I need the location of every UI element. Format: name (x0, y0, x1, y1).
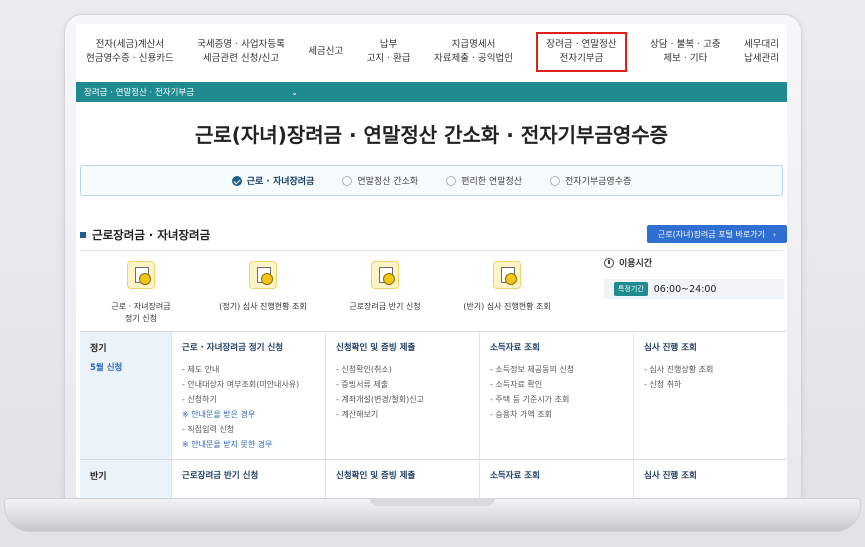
menu-item-payment[interactable]: 납부 고지 · 환급 (367, 38, 411, 66)
quick-link-regular-apply[interactable]: 근로 · 자녀장려금 정기 신청 (80, 251, 202, 330)
tab-incentive[interactable]: 근로 · 자녀장려금 (231, 174, 314, 187)
note-not-received: ※ 안내문을 받지 못한 경우 (182, 440, 273, 449)
link-withdraw[interactable]: - 신청 취하 (644, 377, 777, 392)
review-document-icon (249, 261, 277, 289)
note-received: ※ 안내문을 받은 경우 (182, 410, 256, 419)
menu-item-counsel[interactable]: 상담 · 불복 · 고충 제보 · 기타 (650, 38, 721, 66)
hours-time: 06:00~24:00 (653, 283, 717, 295)
tab-convenient-yearend[interactable]: 편리한 연말정산 (446, 174, 522, 187)
breadcrumb-select[interactable]: 장려금 · 연말정산 · 전자기부금 ⌄ (84, 86, 298, 99)
link-calculate[interactable]: - 계산해보기 (336, 407, 469, 422)
check-circle-icon (342, 175, 353, 186)
grid-row-regular: 정기 5월 신청 근로 · 자녀장려금 정기 신청 - 제도 안내 - 안내대상… (80, 332, 787, 460)
coin-person-icon (127, 261, 155, 289)
grid-col-apply: 근로 · 자녀장려금 정기 신청 - 제도 안내 - 안내대상자 여부조회(미안… (172, 332, 326, 459)
link-income-check[interactable]: - 소득자료 확인 (490, 377, 623, 392)
quick-link-half-review[interactable]: (반기) 심사 진행현황 조회 (446, 251, 568, 330)
link-review-status[interactable]: - 심사 진행상황 조회 (644, 362, 777, 377)
page-title: 근로(자녀)장려금 · 연말정산 간소화 · 전자기부금영수증 (194, 123, 669, 147)
link-eligibility-check[interactable]: - 안내대상자 여부조회(미안내사유) (182, 377, 315, 392)
quick-link-regular-review[interactable]: (정기) 심사 진행현황 조회 (202, 251, 324, 330)
service-hours: 이용시간 특정기간 06:00~24:00 (604, 256, 784, 299)
grid-col-review: 심사 진행 조회 - 심사 진행상황 조회 - 신청 취하 (634, 332, 787, 459)
link-direct-apply[interactable]: - 직접입력 신청 (182, 422, 315, 437)
section-heading: 근로장려금 · 자녀장려금 (80, 227, 210, 243)
link-confirm-cancel[interactable]: - 신청확인(취소) (336, 362, 469, 377)
chevron-right-icon: › (772, 229, 777, 239)
link-car-price[interactable]: - 승용차 가액 조회 (490, 407, 623, 422)
check-document-icon (493, 261, 521, 289)
grid-col-confirm: 신청확인 및 증빙 제출 (326, 460, 480, 498)
clock-icon (604, 257, 614, 268)
row-kind: 반기 (80, 460, 172, 498)
menu-item-tax-filing[interactable]: 세금신고 (308, 45, 343, 59)
grid-row-half: 반기 근로장려금 반기 신청 신청확인 및 증빙 제출 소득자료 조회 심사 진… (80, 460, 787, 498)
service-grid: 정기 5월 신청 근로 · 자녀장려금 정기 신청 - 제도 안내 - 안내대상… (80, 331, 787, 498)
breadcrumb-bar: 장려금 · 연말정산 · 전자기부금 ⌄ (76, 82, 787, 102)
chevron-down-icon: ⌄ (291, 87, 298, 97)
grid-col-income: 소득자료 조회 - 소득정보 제공동의 신청 - 소득자료 확인 - 주택 등 … (480, 332, 634, 459)
check-circle-icon (231, 175, 242, 186)
browser-screen: 전자(세금)계산서 현금영수증 · 신용카드 국세증명 · 사업자등록 세금관련 신… (76, 24, 787, 498)
grid-col-review: 심사 진행 조회 (644, 471, 697, 481)
grid-col-apply: 근로장려금 반기 신청 (172, 460, 326, 498)
menu-item-etax-invoice[interactable]: 전자(세금)계산서 현금영수증 · 신용카드 (86, 38, 174, 66)
grid-col-income: 소득자료 조회 (480, 460, 634, 498)
check-circle-icon (446, 175, 457, 186)
menu-item-incentive-yearend[interactable]: 장려금 · 연말정산 전자기부금 (536, 32, 627, 72)
link-consent[interactable]: - 소득정보 제공동의 신청 (490, 362, 623, 377)
grid-col-confirm: 신청확인 및 증빙 제출 - 신청확인(취소) - 증빙서류 제출 - 계좌개설… (326, 332, 480, 459)
laptop-notch (370, 498, 495, 506)
link-apply[interactable]: - 신청하기 (182, 392, 315, 407)
link-system-guide[interactable]: - 제도 안내 (182, 362, 315, 377)
top-menu: 전자(세금)계산서 현금영수증 · 신용카드 국세증명 · 사업자등록 세금관련 신… (76, 24, 787, 80)
link-account-report[interactable]: - 계좌개설(변경/철회)신고 (336, 392, 469, 407)
breadcrumb-label: 장려금 · 연말정산 · 전자기부금 (84, 88, 195, 98)
portal-shortcut-button[interactable]: 근로(자녀)장려금 포털 바로가기 › (647, 225, 787, 243)
link-house-price[interactable]: - 주택 등 기준시가 조회 (490, 392, 623, 407)
row-kind: 정기 5월 신청 (80, 332, 172, 459)
period-badge: 특정기간 (614, 282, 648, 296)
apply-document-icon (371, 261, 399, 289)
quick-link-half-apply[interactable]: 근로장려금 반기 신청 (324, 251, 446, 330)
square-bullet-icon (80, 232, 86, 238)
tab-bar: 근로 · 자녀장려금 연말정산 간소화 편리한 연말정산 전자기부금영수증 (80, 165, 783, 196)
menu-item-tax-agent[interactable]: 세무대리 납세관리 (744, 38, 779, 66)
link-submit-docs[interactable]: - 증빙서류 제출 (336, 377, 469, 392)
menu-item-certificates[interactable]: 국세증명 · 사업자등록 세금관련 신청/신고 (197, 38, 285, 66)
check-circle-icon (550, 175, 561, 186)
menu-item-payment-statement[interactable]: 지급명세서 자료제출 · 공익법인 (434, 38, 513, 66)
tab-yearend-simple[interactable]: 연말정산 간소화 (342, 174, 418, 187)
tab-donation-receipt[interactable]: 전자기부금영수증 (550, 174, 631, 187)
